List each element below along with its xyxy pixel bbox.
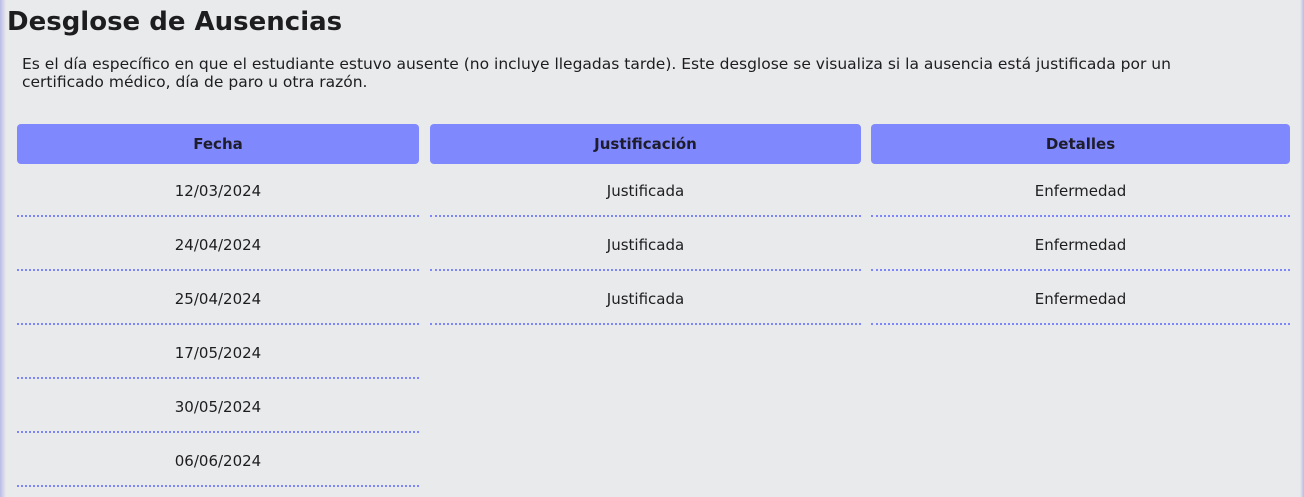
justificacion-list: Justificada Justificada Justificada — [430, 164, 861, 325]
window-edge-right — [1300, 0, 1304, 497]
fecha-cell: 24/04/2024 — [17, 221, 419, 271]
justificacion-cell: Justificada — [430, 167, 861, 217]
column-fecha: Fecha 12/03/2024 24/04/2024 25/04/2024 1… — [17, 124, 419, 491]
detalles-list: Enfermedad Enfermedad Enfermedad — [871, 164, 1290, 325]
fecha-cell: 30/05/2024 — [17, 383, 419, 433]
window-edge-left — [0, 0, 6, 497]
column-detalles: Detalles Enfermedad Enfermedad Enfermeda… — [871, 124, 1290, 329]
column-header-fecha: Fecha — [17, 124, 419, 164]
column-header-detalles: Detalles — [871, 124, 1290, 164]
column-justificacion: Justificación Justificada Justificada Ju… — [430, 124, 861, 329]
detalles-cell: Enfermedad — [871, 167, 1290, 217]
fecha-list: 12/03/2024 24/04/2024 25/04/2024 17/05/2… — [17, 164, 419, 487]
page-title: Desglose de Ausencias — [7, 7, 343, 37]
detalles-cell: Enfermedad — [871, 221, 1290, 271]
page-description: Es el día específico en que el estudiant… — [22, 55, 1171, 91]
detalles-cell: Enfermedad — [871, 275, 1290, 325]
justificacion-cell: Justificada — [430, 275, 861, 325]
fecha-cell: 17/05/2024 — [17, 329, 419, 379]
fecha-cell: 25/04/2024 — [17, 275, 419, 325]
justificacion-cell: Justificada — [430, 221, 861, 271]
fecha-cell: 06/06/2024 — [17, 437, 419, 487]
fecha-cell: 12/03/2024 — [17, 167, 419, 217]
column-header-justificacion: Justificación — [430, 124, 861, 164]
